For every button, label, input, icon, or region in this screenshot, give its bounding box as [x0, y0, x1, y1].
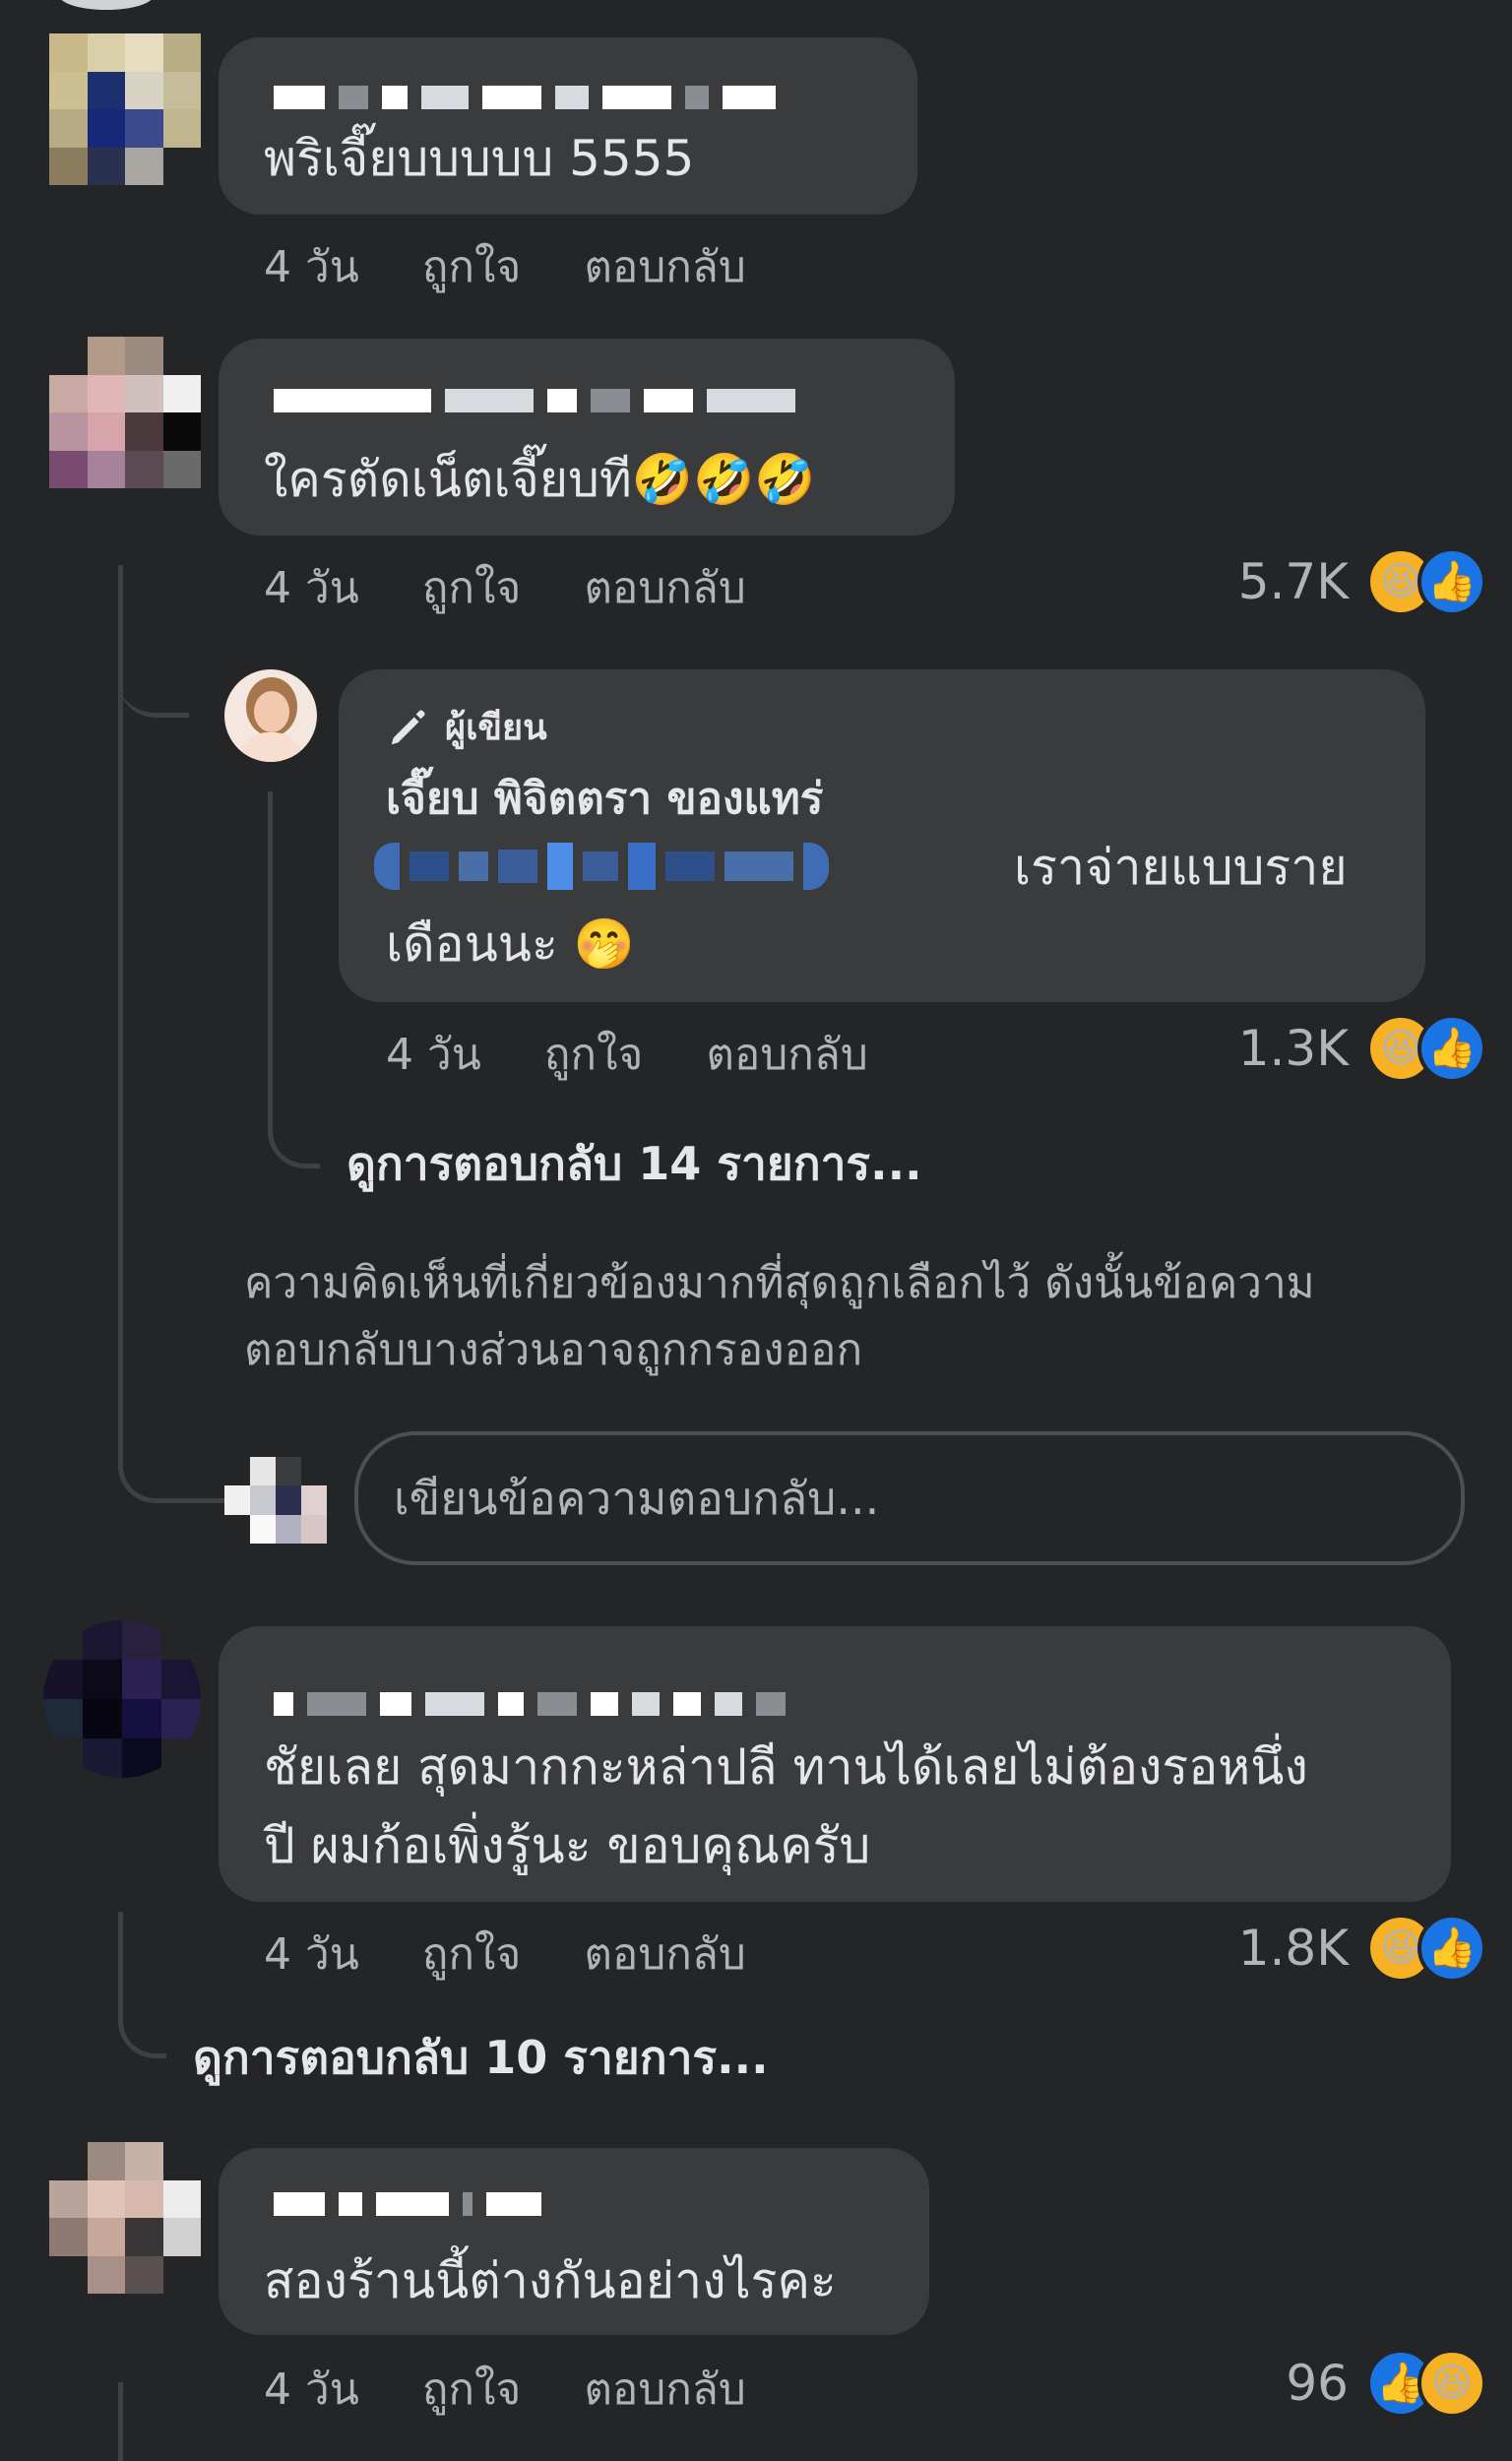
reply-button[interactable]: ตอบกลับ: [584, 2355, 745, 2424]
current-user-avatar[interactable]: [224, 1457, 327, 1544]
comment-meta: 4 วัน ถูกใจ ตอบกลับ: [264, 2355, 746, 2424]
laugh-reaction-icon: 😆: [1418, 2349, 1486, 2418]
reaction-summary[interactable]: 96 👍 😆: [1286, 2349, 1486, 2418]
comment-text-line2: ปี ผมก้อเพิ่งรู้นะ ขอบคุณครับ: [264, 1817, 871, 1874]
reply-time[interactable]: 4 วัน: [386, 1020, 481, 1089]
comment-text-line1: ชัยเลย สุดมากกะหล่าปลี ทานได้เลยไม่ต้องร…: [264, 1738, 1308, 1796]
comment-meta: 4 วัน ถูกใจ ตอบกลับ: [264, 232, 746, 301]
comment-time[interactable]: 4 วัน: [264, 1920, 359, 1988]
reply-input[interactable]: เขียนข้อความตอบกลับ...: [354, 1431, 1465, 1565]
reaction-summary[interactable]: 1.8K 😆 👍: [1238, 1914, 1486, 1983]
reaction-count: 5.7K: [1237, 553, 1349, 610]
filter-note-line1: ความคิดเห็นที่เกี่ยวข้องมากที่สุดถูกเลือ…: [244, 1258, 1315, 1308]
author-badge-label: ผู้เขียน: [445, 708, 547, 748]
thread-connector: [118, 1912, 166, 2058]
reaction-count: 1.3K: [1237, 1020, 1349, 1077]
reaction-count: 1.8K: [1237, 1920, 1349, 1977]
commenter-name-blurred[interactable]: [274, 2191, 541, 2217]
author-avatar[interactable]: [224, 669, 317, 762]
author-badge: ผู้เขียน: [386, 699, 547, 755]
thread-connector: [118, 630, 189, 718]
view-replies-link[interactable]: ดูการตอบกลับ 10 รายการ...: [193, 2022, 769, 2094]
reaction-summary[interactable]: 1.3K 😆 👍: [1238, 1014, 1486, 1083]
reply-button[interactable]: ตอบกลับ: [584, 553, 745, 622]
reply-button[interactable]: ตอบกลับ: [584, 232, 745, 301]
mentioned-user-blurred[interactable]: [374, 843, 829, 890]
like-button[interactable]: ถูกใจ: [422, 232, 522, 301]
thread-connector: [118, 1437, 233, 1503]
comment-meta: 4 วัน ถูกใจ ตอบกลับ: [264, 553, 746, 622]
avatar[interactable]: [49, 33, 201, 185]
commenter-name-blurred[interactable]: [274, 85, 776, 110]
comment-time[interactable]: 4 วัน: [264, 2355, 359, 2424]
like-reaction-icon: 👍: [1418, 1914, 1486, 1983]
reaction-summary[interactable]: 5.7K 😆 👍: [1238, 547, 1486, 616]
reply-text-line1: เราจ่ายแบบราย: [1014, 839, 1348, 896]
comment-meta: 4 วัน ถูกใจ ตอบกลับ: [264, 1920, 746, 1988]
pen-icon: [391, 709, 425, 744]
like-reaction-icon: 👍: [1418, 547, 1486, 616]
like-button[interactable]: ถูกใจ: [544, 1020, 644, 1089]
thread-line: [118, 2382, 123, 2461]
comment-time[interactable]: 4 วัน: [264, 553, 359, 622]
commenter-name-blurred[interactable]: [274, 388, 795, 413]
thread-line: [118, 565, 123, 1471]
comment-time[interactable]: 4 วัน: [264, 232, 359, 301]
reply-text-line2: เดือนนะ 🤭: [386, 915, 635, 973]
filter-note-line2: ตอบกลับบางส่วนอาจถูกกรองออก: [244, 1325, 863, 1375]
view-replies-link[interactable]: ดูการตอบกลับ 14 รายการ...: [346, 1128, 922, 1200]
avatar[interactable]: [43, 1620, 201, 1778]
author-name[interactable]: เจี๊ยบ พิจิตตรา ของแทร่: [386, 764, 823, 833]
reply-button[interactable]: ตอบกลับ: [706, 1020, 867, 1089]
comment-text: พริเจี๊ยบบบบบ 5555: [264, 130, 695, 187]
like-button[interactable]: ถูกใจ: [422, 553, 522, 622]
like-button[interactable]: ถูกใจ: [422, 2355, 522, 2424]
reaction-count: 96: [1286, 2355, 1349, 2412]
like-reaction-icon: 👍: [1418, 1014, 1486, 1083]
comment-text: สองร้านนี้ต่างกันอย่างไรคะ: [264, 2252, 837, 2309]
comment-text: ใครตัดเน็ตเจี๊ยบที🤣🤣🤣: [264, 451, 816, 508]
avatar[interactable]: [49, 337, 201, 488]
reply-meta: 4 วัน ถูกใจ ตอบกลับ: [386, 1020, 868, 1089]
partial-avatar-top: [59, 0, 154, 10]
avatar[interactable]: [49, 2142, 201, 2294]
reply-button[interactable]: ตอบกลับ: [584, 1920, 745, 1988]
like-button[interactable]: ถูกใจ: [422, 1920, 522, 1988]
reply-thread-connector: [268, 791, 320, 1168]
commenter-name-blurred[interactable]: [274, 1691, 786, 1717]
